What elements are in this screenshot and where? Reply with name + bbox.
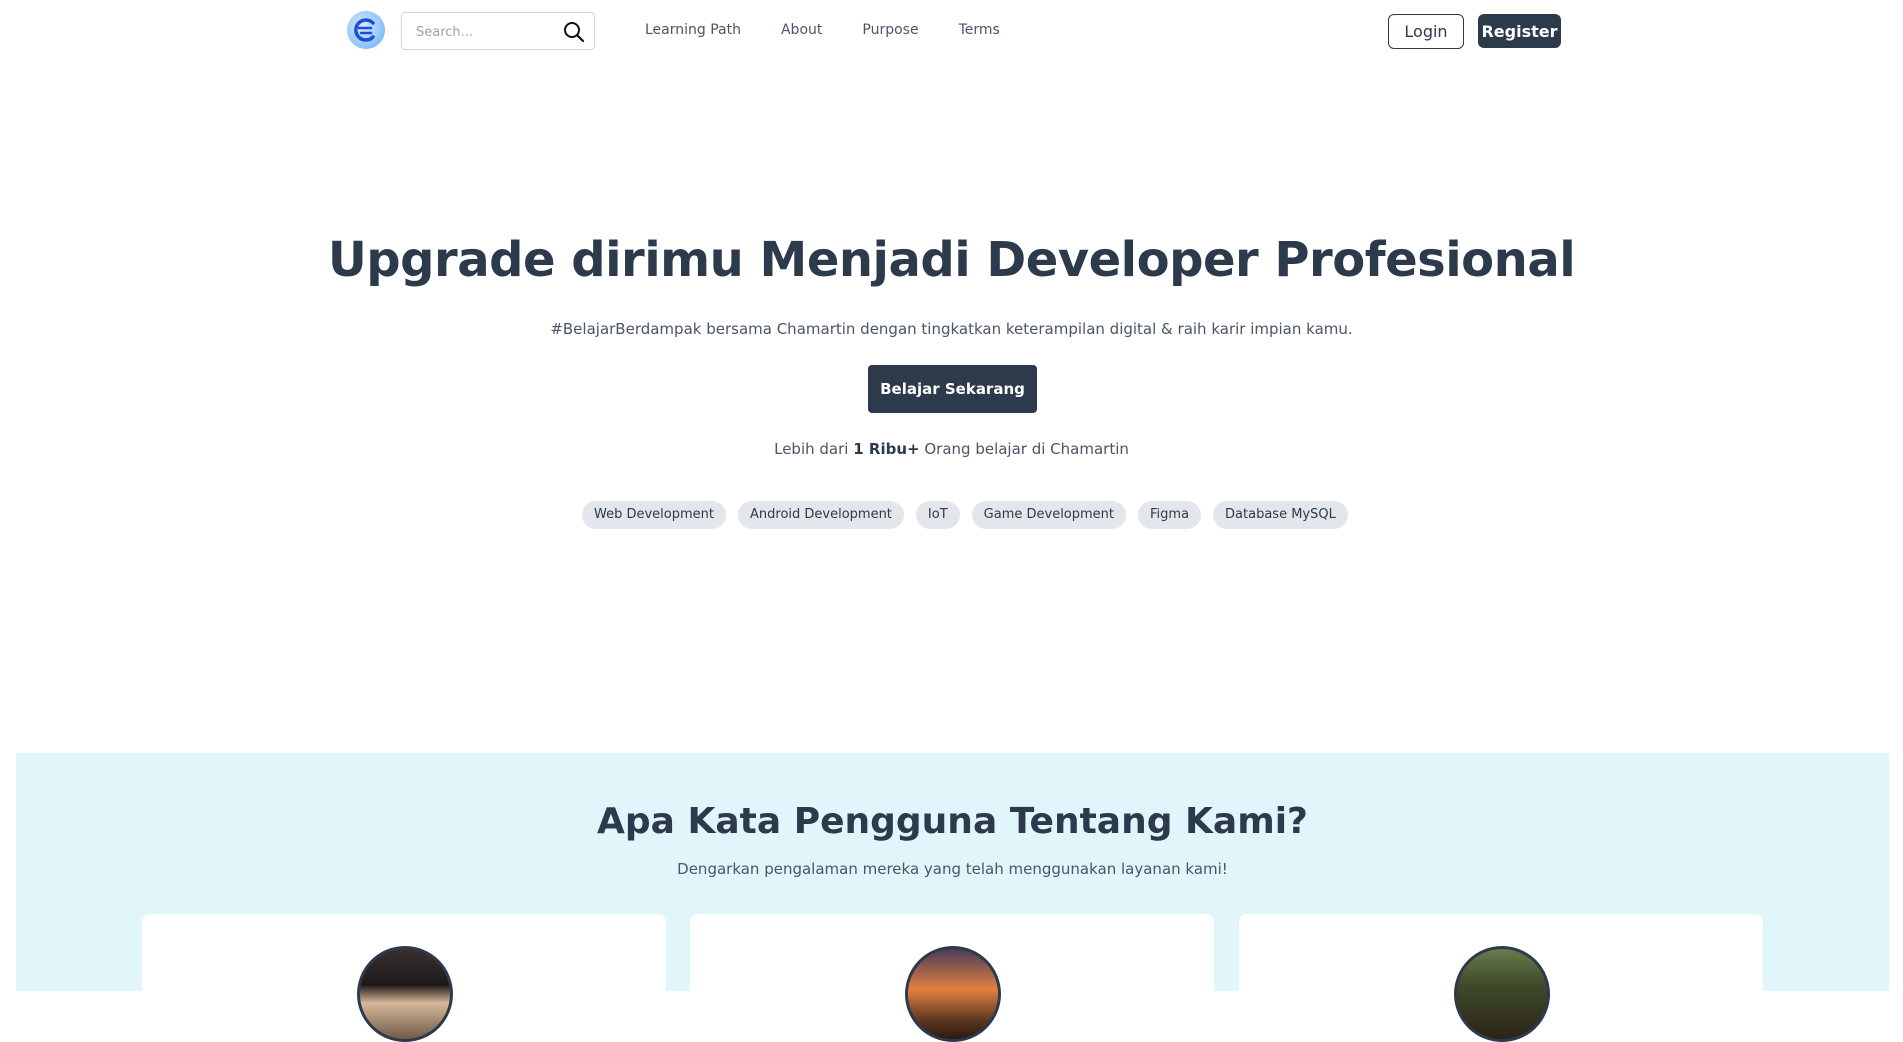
search-icon[interactable]	[562, 21, 586, 43]
learner-stat: Lebih dari 1 Ribu+ Orang belajar di Cham…	[0, 440, 1903, 458]
nav-links: Learning Path About Purpose Terms	[645, 22, 1040, 38]
stat-value: 1 Ribu+	[853, 440, 920, 458]
register-button[interactable]: Register	[1478, 14, 1561, 48]
tag-figma[interactable]: Figma	[1138, 501, 1202, 529]
avatar	[1454, 946, 1550, 1042]
belajar-sekarang-button[interactable]: Belajar Sekarang	[868, 365, 1037, 413]
tag-web-development[interactable]: Web Development	[582, 501, 726, 529]
testimonials-subtitle: Dengarkan pengalaman mereka yang telah m…	[677, 860, 1228, 878]
search-box	[401, 12, 595, 50]
nav-link-terms[interactable]: Terms	[959, 22, 1000, 38]
tag-database-mysql[interactable]: Database MySQL	[1213, 501, 1348, 529]
hero-subtitle: #BelajarBerdampak bersama Chamartin deng…	[550, 320, 1353, 338]
tag-iot[interactable]: IoT	[915, 501, 960, 529]
tag-android-development[interactable]: Android Development	[738, 501, 904, 529]
testimonials-section: Apa Kata Pengguna Tentang Kami? Dengarka…	[16, 753, 1889, 1042]
topic-tags: Web Development Android Development IoT …	[582, 501, 1360, 529]
nav-link-purpose[interactable]: Purpose	[862, 22, 918, 38]
stat-suffix: Orang belajar di Chamartin	[924, 440, 1129, 458]
testimonials-title: Apa Kata Pengguna Tentang Kami?	[597, 801, 1308, 842]
navbar: Learning Path About Purpose Terms Login …	[0, 0, 1903, 62]
logo-icon[interactable]	[347, 11, 385, 49]
avatar	[905, 946, 1001, 1042]
stat-prefix: Lebih dari	[774, 440, 849, 458]
avatar	[357, 946, 453, 1042]
tag-game-development[interactable]: Game Development	[971, 501, 1127, 529]
hero-title: Upgrade dirimu Menjadi Developer Profesi…	[327, 232, 1576, 288]
nav-link-about[interactable]: About	[781, 22, 822, 38]
nav-link-learning-path[interactable]: Learning Path	[645, 22, 741, 38]
search-input[interactable]	[416, 22, 556, 42]
login-button[interactable]: Login	[1388, 14, 1464, 49]
